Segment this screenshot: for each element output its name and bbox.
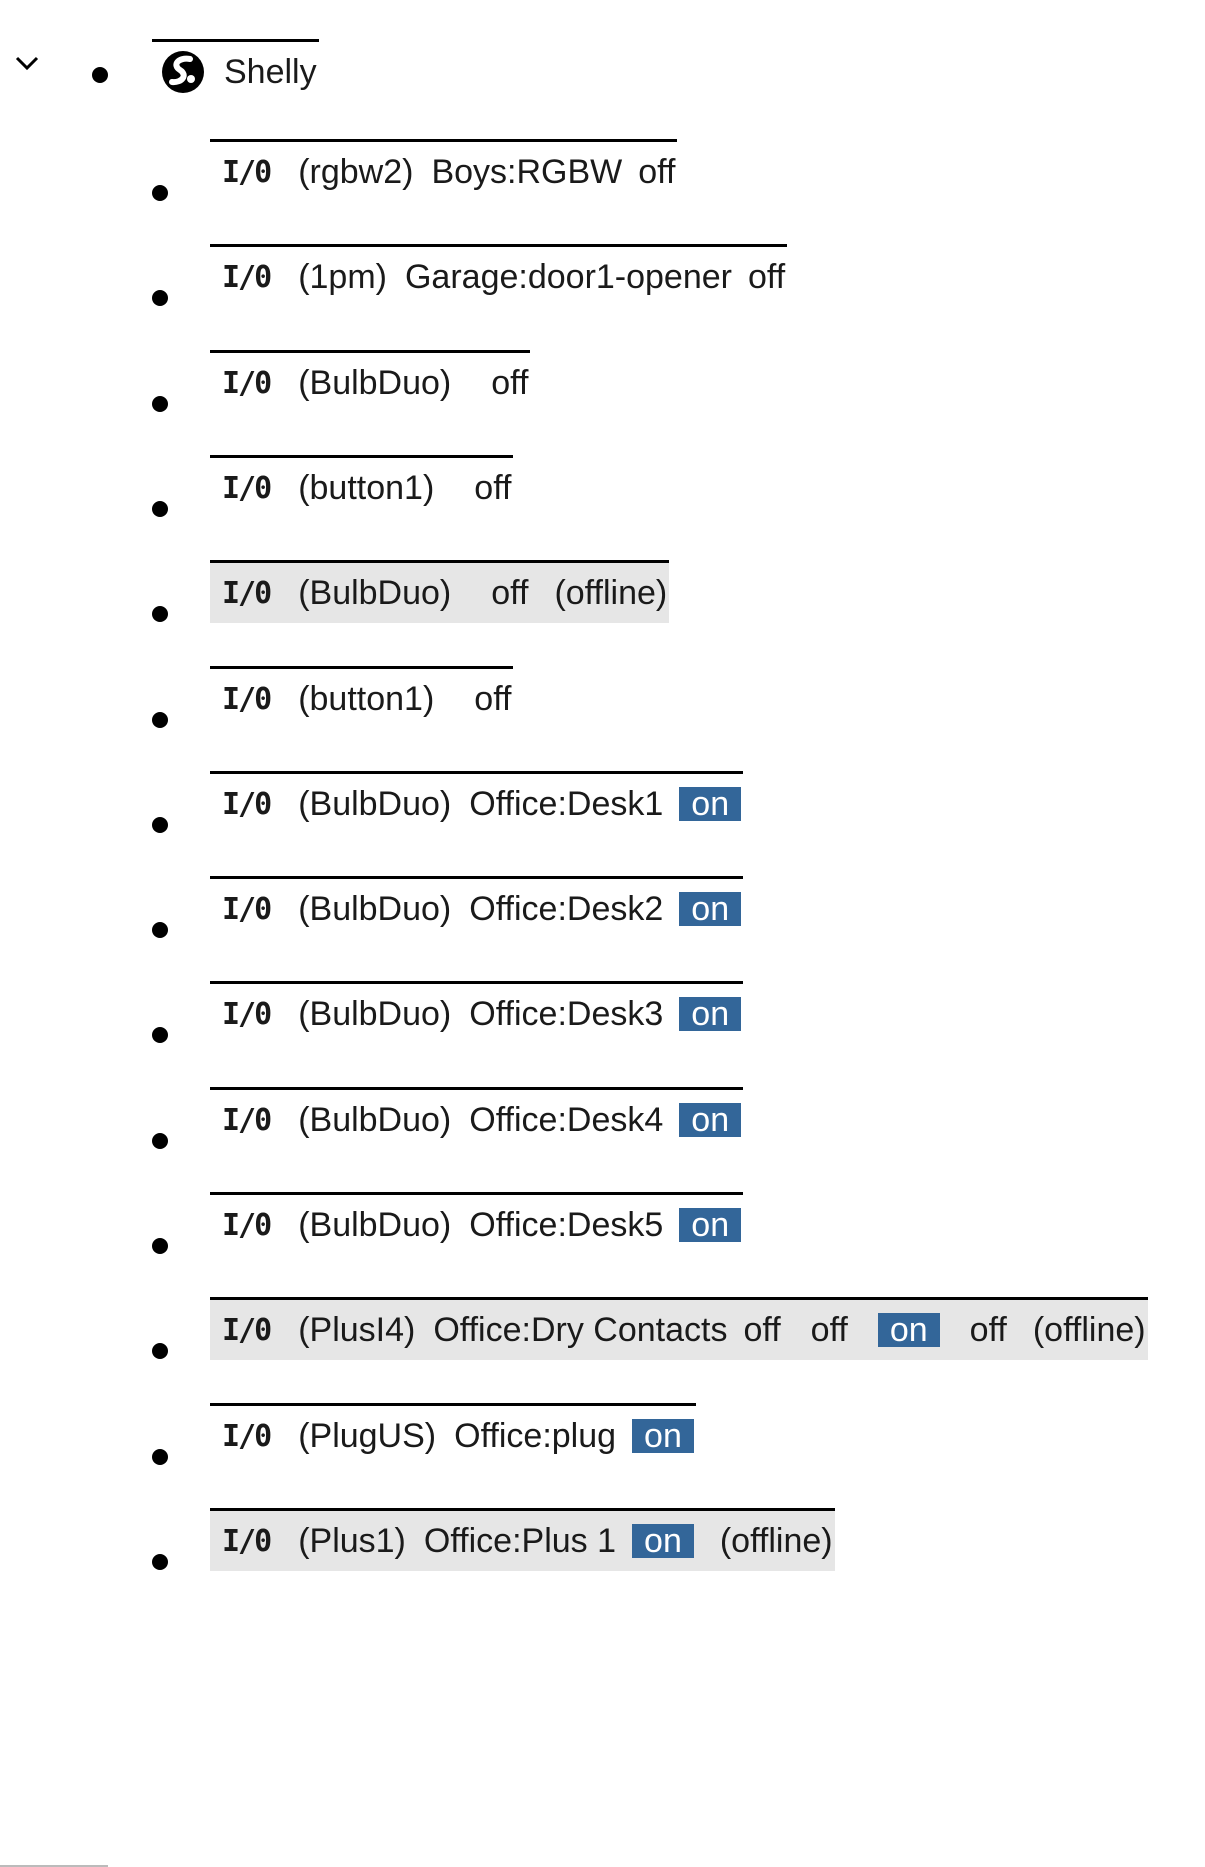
power-toggle-icon[interactable]: I/0 <box>222 997 272 1032</box>
bullet-icon <box>152 1027 168 1043</box>
state-badge[interactable]: off <box>811 1311 848 1350</box>
state-badge[interactable]: off <box>748 258 785 297</box>
bullet-icon <box>152 396 168 412</box>
offline-status: (offline) <box>719 1521 833 1560</box>
device-name: Office:Dry Contacts <box>433 1310 728 1349</box>
bullet-icon <box>152 817 168 833</box>
chevron-down-icon[interactable] <box>14 54 40 72</box>
bullet-icon <box>92 67 108 83</box>
device-node[interactable]: I/0 (BulbDuo) Office:Desk4 on <box>210 1087 744 1150</box>
device-node[interactable]: I/0 (BulbDuo) Office:Desk2 on <box>210 876 744 939</box>
power-toggle-icon[interactable]: I/0 <box>222 1524 272 1559</box>
bullet-icon <box>152 922 168 938</box>
device-type: (BulbDuo) <box>298 363 452 402</box>
power-toggle-icon[interactable]: I/0 <box>222 155 272 190</box>
state-badge[interactable]: off <box>474 469 511 508</box>
state-badge[interactable]: on <box>632 1419 694 1453</box>
device-row: I/0 (Plus1) Office:Plus 1 on (offline) <box>0 1508 1205 1632</box>
power-toggle-icon[interactable]: I/0 <box>222 576 272 611</box>
device-node[interactable]: I/0 (BulbDuo) off (offline) <box>210 560 670 623</box>
state-badge[interactable]: off <box>638 153 675 192</box>
bullet-icon <box>152 1343 168 1359</box>
state-badge[interactable]: on <box>679 787 742 821</box>
power-toggle-icon[interactable]: I/0 <box>222 260 272 295</box>
device-type: (PlusI4) <box>298 1310 416 1349</box>
device-name: Office:Desk4 <box>469 1100 664 1139</box>
device-node[interactable]: I/0 (Plus1) Office:Plus 1 on (offline) <box>210 1508 835 1571</box>
device-type: (PlugUS) <box>298 1416 437 1455</box>
device-name: Boys:RGBW <box>431 152 623 191</box>
state-badge[interactable]: off <box>491 574 528 613</box>
state-badge[interactable]: off <box>743 1311 780 1350</box>
device-node[interactable]: I/0 (PlusI4) Office:Dry Contacts off off on of… <box>210 1297 1148 1360</box>
device-name: Office:Desk3 <box>469 994 664 1033</box>
device-type: (Plus1) <box>298 1521 406 1560</box>
device-type: (button1) <box>298 679 435 718</box>
power-toggle-icon[interactable]: I/0 <box>222 366 272 401</box>
device-node[interactable]: I/0 (button1) off <box>210 666 514 729</box>
power-toggle-icon[interactable]: I/0 <box>222 1103 272 1138</box>
device-type: (BulbDuo) <box>298 1205 452 1244</box>
device-type: (1pm) <box>298 257 387 296</box>
power-toggle-icon[interactable]: I/0 <box>222 682 272 717</box>
state-badge[interactable]: off <box>491 364 528 403</box>
bullet-icon <box>152 712 168 728</box>
device-name: Office:Desk5 <box>469 1205 664 1244</box>
device-node[interactable]: I/0 (BulbDuo) Office:Desk5 on <box>210 1192 744 1255</box>
device-node[interactable]: I/0 (BulbDuo) off <box>210 350 531 413</box>
device-node[interactable]: I/0 (PlugUS) Office:plug on <box>210 1403 696 1466</box>
device-type: (BulbDuo) <box>298 994 452 1033</box>
power-toggle-icon[interactable]: I/0 <box>222 892 272 927</box>
bullet-icon <box>152 1133 168 1149</box>
state-badge[interactable]: on <box>679 1208 742 1242</box>
state-badge[interactable]: on <box>632 1524 694 1558</box>
device-type: (BulbDuo) <box>298 784 452 823</box>
bullet-icon <box>152 1449 168 1465</box>
power-toggle-icon[interactable]: I/0 <box>222 1208 272 1243</box>
device-node[interactable]: I/0 (BulbDuo) Office:Desk3 on <box>210 981 744 1044</box>
root-label: Shelly <box>224 52 317 91</box>
device-name: Office:Desk2 <box>469 889 664 928</box>
state-badge[interactable]: on <box>679 1103 742 1137</box>
device-type: (BulbDuo) <box>298 889 452 928</box>
device-type: (BulbDuo) <box>298 573 452 612</box>
root-node-shelly[interactable]: Shelly <box>152 39 319 102</box>
device-name: Office:Desk1 <box>469 784 664 823</box>
bullet-icon <box>152 1238 168 1254</box>
power-toggle-icon[interactable]: I/0 <box>222 787 272 822</box>
offline-status: (offline) <box>1032 1310 1146 1349</box>
offline-status: (offline) <box>554 573 668 612</box>
state-badge[interactable]: on <box>679 997 742 1031</box>
state-badge[interactable]: off <box>970 1311 1007 1350</box>
device-node[interactable]: I/0 (button1) off <box>210 455 514 518</box>
tree-root-row: Shelly <box>0 0 1205 110</box>
device-node[interactable]: I/0 (1pm) Garage:door1-opener off <box>210 244 788 307</box>
state-badge[interactable]: off <box>474 680 511 719</box>
device-node[interactable]: I/0 (rgbw2) Boys:RGBW off <box>210 139 678 202</box>
device-name: Office:Plus 1 <box>423 1521 617 1560</box>
device-type: (BulbDuo) <box>298 1100 452 1139</box>
device-type: (button1) <box>298 468 435 507</box>
device-node[interactable]: I/0 (BulbDuo) Office:Desk1 on <box>210 771 744 834</box>
shelly-logo-icon <box>162 51 204 93</box>
bullet-icon <box>152 290 168 306</box>
device-name: Garage:door1-opener <box>404 257 732 296</box>
power-toggle-icon[interactable]: I/0 <box>222 1313 272 1348</box>
device-name: Office:plug <box>454 1416 617 1455</box>
state-badge[interactable]: on <box>877 1313 940 1347</box>
bullet-icon <box>152 1554 168 1570</box>
bullet-icon <box>152 606 168 622</box>
power-toggle-icon[interactable]: I/0 <box>222 471 272 506</box>
state-badge[interactable]: on <box>679 892 742 926</box>
bullet-icon <box>152 185 168 201</box>
device-type: (rgbw2) <box>298 152 414 191</box>
power-toggle-icon[interactable]: I/0 <box>222 1419 272 1454</box>
bullet-icon <box>152 501 168 517</box>
